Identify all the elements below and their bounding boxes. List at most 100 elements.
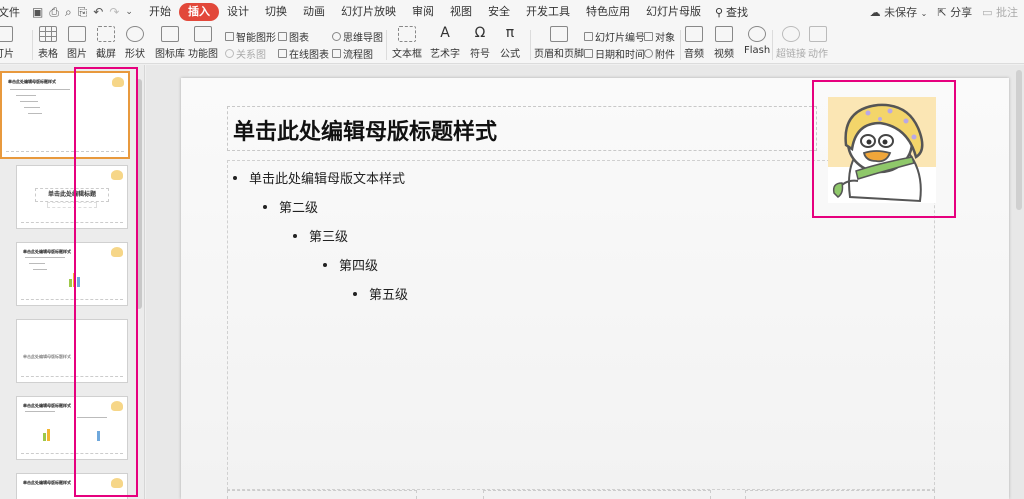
hyperlink-button[interactable]: 超链接 bbox=[776, 26, 806, 60]
print-preview-icon[interactable]: ⌕ bbox=[65, 5, 72, 20]
chevron-down-icon: ⌄ bbox=[920, 9, 928, 18]
icon-library-label: 图标库 bbox=[155, 49, 185, 60]
thumb-footer bbox=[21, 299, 123, 300]
attachment-button[interactable]: 附件 bbox=[644, 46, 675, 61]
thumbnail-comparison-layout[interactable]: 单击此处编辑母版标题样式 bbox=[16, 473, 128, 499]
online-chart-button[interactable]: 在线图表 bbox=[278, 46, 329, 61]
flash-button[interactable]: Flash bbox=[744, 26, 770, 56]
function-chart-button[interactable]: 功能图 bbox=[188, 26, 218, 60]
tab-home[interactable]: 开始 bbox=[141, 3, 179, 21]
undo-icon[interactable]: ↶ bbox=[93, 5, 103, 19]
tab-transition[interactable]: 切换 bbox=[257, 3, 295, 21]
thumbnail-two-content-layout[interactable]: 单击此处编辑母版标题样式 bbox=[16, 396, 128, 460]
picture-button[interactable]: 图片 bbox=[67, 26, 87, 60]
datetime-button[interactable]: 日期和时间 bbox=[584, 46, 645, 61]
slide-number-placeholder[interactable] bbox=[745, 490, 935, 499]
thumb-footer bbox=[21, 222, 123, 223]
tab-animation[interactable]: 动画 bbox=[295, 3, 333, 21]
screenshot-button[interactable]: 截屏 bbox=[96, 26, 116, 60]
save-icon[interactable]: ▣ bbox=[32, 5, 43, 19]
action-button[interactable]: 动作 bbox=[808, 26, 828, 60]
tab-design[interactable]: 设计 bbox=[219, 3, 257, 21]
thumb-title: 单击此处编辑母版标题样式 bbox=[8, 79, 56, 84]
header-footer-button[interactable]: 页眉和页脚 bbox=[534, 26, 584, 60]
slide-number-button[interactable]: 幻灯片编号 bbox=[584, 29, 645, 44]
search-icon: ⚲ bbox=[714, 5, 724, 19]
icon-library-button[interactable]: 图标库 bbox=[155, 26, 185, 60]
body-placeholder[interactable] bbox=[227, 160, 935, 490]
thumbnail-section-layout[interactable]: 单击此处编辑母版标题样式 bbox=[16, 319, 128, 383]
thumb-footer bbox=[6, 151, 124, 152]
tab-developer[interactable]: 开发工具 bbox=[518, 3, 578, 21]
textbox-button[interactable]: 文本框 bbox=[392, 26, 422, 60]
shape-button[interactable]: 形状 bbox=[125, 26, 145, 60]
link-icon bbox=[782, 26, 800, 42]
bullet-level-3: 第三级 bbox=[293, 226, 348, 245]
date-placeholder[interactable] bbox=[227, 490, 417, 499]
bullet-dot bbox=[293, 233, 297, 238]
thumb-line bbox=[24, 107, 40, 108]
formula-button[interactable]: π 公式 bbox=[500, 26, 520, 60]
search-button[interactable]: ⚲ 查找 bbox=[715, 4, 748, 20]
canvas-scrollbar[interactable] bbox=[1016, 70, 1022, 210]
mindmap-icon bbox=[332, 32, 341, 41]
picture-label: 图片 bbox=[67, 49, 87, 60]
chart-button[interactable]: 图表 bbox=[278, 29, 309, 44]
mindmap-label: 思维导图 bbox=[343, 33, 383, 44]
tab-insert[interactable]: 插入 bbox=[178, 3, 219, 21]
shape-icon bbox=[126, 26, 144, 42]
smart-graphic-icon bbox=[225, 32, 234, 41]
footer-placeholder[interactable] bbox=[483, 490, 711, 499]
object-button[interactable]: 对象 bbox=[644, 29, 675, 44]
share-button[interactable]: ⇱ 分享 bbox=[937, 4, 972, 20]
formula-label: 公式 bbox=[500, 49, 520, 60]
tab-view[interactable]: 视图 bbox=[442, 3, 480, 21]
thumb-chart bbox=[69, 269, 85, 287]
header-footer-label: 页眉和页脚 bbox=[534, 49, 584, 60]
smart-graphic-button[interactable]: 智能图形 bbox=[225, 29, 276, 44]
table-label: 表格 bbox=[38, 49, 58, 60]
redo-icon[interactable]: ↷ bbox=[109, 5, 119, 19]
customize-icon[interactable]: ⌄ bbox=[125, 7, 133, 17]
ribbon-separator bbox=[772, 30, 773, 60]
tab-slideshow[interactable]: 幻灯片放映 bbox=[333, 3, 404, 21]
thumbnail-content-layout[interactable]: 单击此处编辑母版标题样式 bbox=[16, 242, 128, 306]
tab-review[interactable]: 审阅 bbox=[404, 3, 442, 21]
symbol-button[interactable]: Ω 符号 bbox=[470, 26, 490, 60]
export-icon[interactable]: ⎘ bbox=[78, 5, 88, 20]
video-button[interactable]: 视频 bbox=[714, 26, 734, 60]
tab-slide-master[interactable]: 幻灯片母版 bbox=[638, 3, 709, 21]
print-icon[interactable]: ⎙ bbox=[49, 5, 59, 20]
tab-features[interactable]: 特色应用 bbox=[578, 3, 638, 21]
thumb-title: 单击此处编辑母版标题样式 bbox=[23, 354, 71, 359]
calendar-icon bbox=[584, 49, 593, 58]
tab-security[interactable]: 安全 bbox=[480, 3, 518, 21]
thumb-mascot-icon bbox=[112, 77, 124, 87]
thumbnail-master[interactable]: 单击此处编辑母版标题样式 bbox=[0, 71, 130, 159]
flowchart-label: 流程图 bbox=[343, 50, 373, 61]
pi-icon: π bbox=[505, 25, 515, 41]
thumbnail-title-layout[interactable]: 单击此处编辑标题 bbox=[16, 165, 128, 229]
flash-label: Flash bbox=[744, 45, 771, 56]
unsaved-button[interactable]: ☁ 未保存 ⌄ bbox=[870, 4, 928, 20]
thumb-mascot-icon bbox=[111, 247, 123, 257]
textbox-label: 文本框 bbox=[392, 49, 422, 60]
new-slide-button[interactable]: 灯片 bbox=[0, 26, 14, 60]
wordart-label: 艺术字 bbox=[430, 49, 460, 60]
video-label: 视频 bbox=[714, 49, 734, 60]
wordart-button[interactable]: A 艺术字 bbox=[430, 26, 460, 60]
thumbnail-scrollbar[interactable] bbox=[136, 79, 142, 309]
table-button[interactable]: 表格 bbox=[38, 26, 58, 60]
function-chart-icon bbox=[194, 26, 212, 42]
comment-button[interactable]: ▭ 批注 bbox=[982, 4, 1018, 20]
relation-chart-button[interactable]: 关系图 bbox=[225, 46, 266, 61]
mindmap-button[interactable]: 思维导图 bbox=[332, 29, 383, 44]
slide-number-label: 幻灯片编号 bbox=[595, 33, 645, 44]
audio-button[interactable]: 音频 bbox=[684, 26, 704, 60]
mascot-picture[interactable] bbox=[828, 97, 936, 203]
slide-number-icon bbox=[584, 32, 593, 41]
ribbon-separator bbox=[530, 30, 531, 60]
file-menu[interactable]: 文件 bbox=[0, 4, 24, 20]
omega-icon: Ω bbox=[474, 25, 486, 41]
flowchart-button[interactable]: 流程图 bbox=[332, 46, 373, 61]
